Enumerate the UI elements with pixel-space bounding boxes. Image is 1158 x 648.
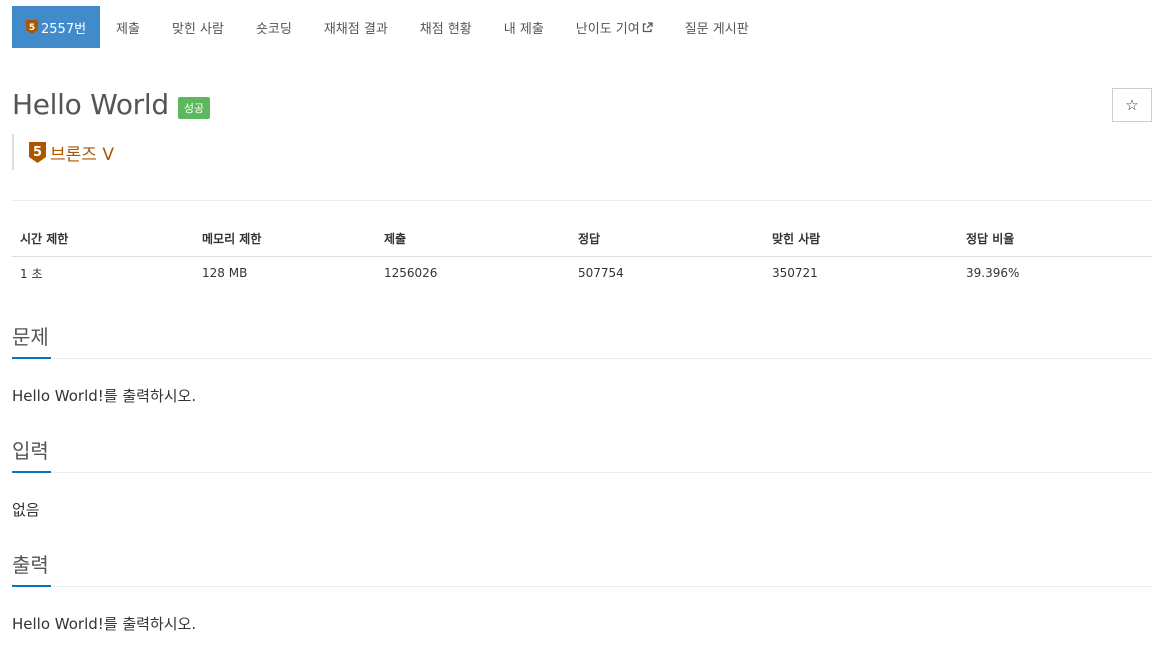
problem-title-row: Hello World 성공 [12, 88, 211, 121]
tab-problem-label: 2557번 [41, 21, 87, 37]
section-problem: 문제 Hello World!를 출력하시오. [12, 322, 1152, 406]
section-input: 입력 없음 [12, 436, 1152, 520]
table-header-row: 시간 제한 메모리 제한 제출 정답 맞힌 사람 정답 비율 [12, 222, 1152, 257]
section-output: 출력 Hello World!를 출력하시오. [12, 550, 1152, 634]
tab-short-coding[interactable]: 숏코딩 [240, 6, 308, 48]
external-link-icon [642, 21, 653, 32]
submissions-value: 1256026 [384, 266, 438, 281]
accept-ratio-value: 39.396% [966, 266, 1020, 281]
header-accept-ratio: 정답 비율 [958, 222, 1152, 257]
section-header: 출력 [12, 550, 1152, 587]
accepted-value: 507754 [578, 266, 624, 281]
tab-judge-status[interactable]: 채점 현황 [404, 6, 488, 48]
solved-users-value: 350721 [772, 266, 818, 281]
table-row: 1 초 128 MB 1256026 507754 350721 39.396% [12, 256, 1152, 290]
divider [12, 200, 1152, 201]
tab-difficulty-label: 난이도 기여 [575, 21, 640, 37]
section-header: 입력 [12, 436, 1152, 473]
bronze-tier-icon: 5 [26, 20, 38, 34]
tab-my-submissions[interactable]: 내 제출 [488, 6, 560, 48]
svg-text:5: 5 [29, 23, 35, 33]
tab-question-board[interactable]: 질문 게시판 [669, 6, 765, 48]
memory-limit-value: 128 MB [202, 266, 248, 281]
section-title: 문제 [12, 322, 51, 359]
star-icon: ☆ [1125, 96, 1139, 114]
tab-difficulty-contribution[interactable]: 난이도 기여 [560, 6, 669, 48]
tier-label[interactable]: 브론즈 V [50, 140, 114, 165]
header-accepted: 정답 [570, 222, 764, 257]
favorite-star-button[interactable]: ☆ [1112, 88, 1152, 122]
tab-solved-users[interactable]: 맞힌 사람 [156, 6, 240, 48]
section-header: 문제 [12, 322, 1152, 359]
section-title: 입력 [12, 436, 51, 473]
status-badge: 성공 [177, 96, 211, 119]
problem-nav-tabs: 5 2557번 제출 맞힌 사람 숏코딩 재채점 결과 채점 현황 내 제출 난… [12, 6, 765, 48]
bronze-tier-icon: 5 [29, 141, 46, 163]
section-body: Hello World!를 출력하시오. [12, 387, 197, 405]
header-solved-users: 맞힌 사람 [764, 222, 958, 257]
problem-title: Hello World [12, 88, 169, 121]
tab-problem[interactable]: 5 2557번 [12, 6, 101, 48]
problem-stats-table: 시간 제한 메모리 제한 제출 정답 맞힌 사람 정답 비율 1 초 128 M… [12, 222, 1152, 290]
tier-block: 5 브론즈 V [12, 134, 114, 170]
tab-rejudge-results[interactable]: 재채점 결과 [308, 6, 404, 48]
header-submissions: 제출 [376, 222, 570, 257]
time-limit-value: 1 초 [20, 266, 43, 281]
svg-text:5: 5 [33, 145, 42, 160]
section-body: Hello World!를 출력하시오. [12, 615, 197, 633]
header-memory-limit: 메모리 제한 [194, 222, 376, 257]
header-time-limit: 시간 제한 [12, 222, 194, 257]
tab-submit[interactable]: 제출 [100, 6, 156, 48]
section-body: 없음 [12, 501, 40, 519]
section-title: 출력 [12, 550, 51, 587]
